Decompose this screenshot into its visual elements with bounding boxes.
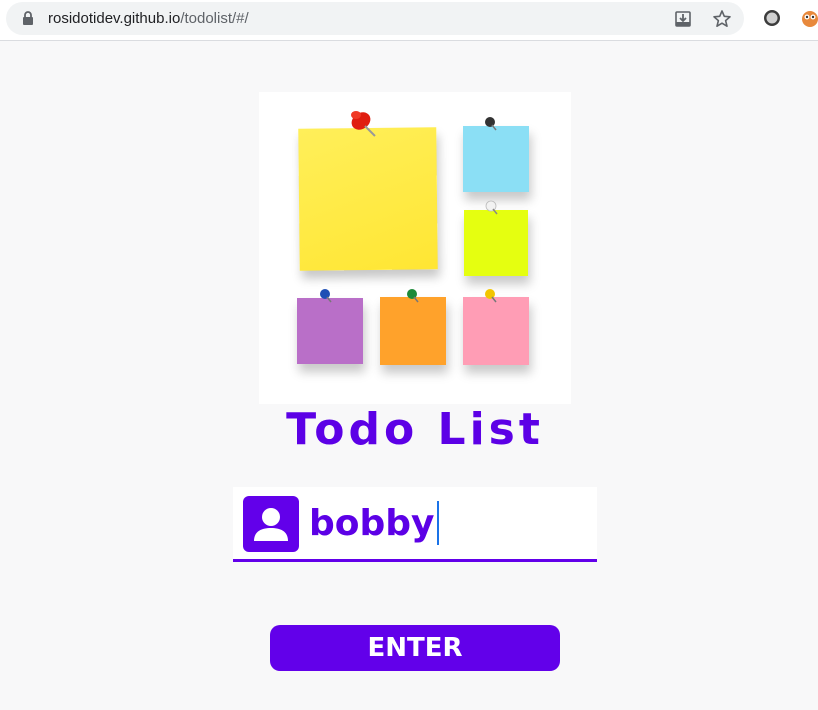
black-pushpin-icon [485,117,497,131]
url-path: /todolist/#/ [180,10,249,27]
white-pushpin-icon [485,200,498,215]
sticky-note-purple [297,298,363,364]
sticky-note-blue [463,126,529,192]
blue-pushpin-icon [320,289,332,303]
red-pushpin-icon [351,111,376,137]
sticky-notes-image [259,92,571,404]
name-input[interactable]: bobby [309,497,589,549]
yellow-pushpin-icon [485,289,497,303]
name-field[interactable]: bobby [233,487,597,562]
sticky-note-orange [380,297,446,365]
browser-toolbar: rosidotidev.github.io/todolist/#/ [0,0,818,41]
sticky-note-pink [463,297,529,365]
install-app-icon[interactable] [672,8,694,30]
text-caret [436,501,439,545]
user-icon [243,496,299,552]
address-bar[interactable]: rosidotidev.github.io/todolist/#/ [6,2,744,35]
extension-owl-icon[interactable] [800,8,818,28]
url-text[interactable]: rosidotidev.github.io/todolist/#/ [48,10,249,27]
url-host: rosidotidev.github.io [48,10,181,27]
star-icon[interactable] [711,8,733,30]
lock-icon[interactable] [22,11,34,25]
enter-button[interactable]: ENTER [270,625,560,671]
page-title: Todo List [286,404,544,455]
sticky-note-yellow [298,127,438,271]
green-pushpin-icon [407,289,419,303]
extension-circle-icon[interactable] [762,8,782,28]
sticky-note-lime [464,210,528,276]
name-input-value: bobby [309,502,435,544]
